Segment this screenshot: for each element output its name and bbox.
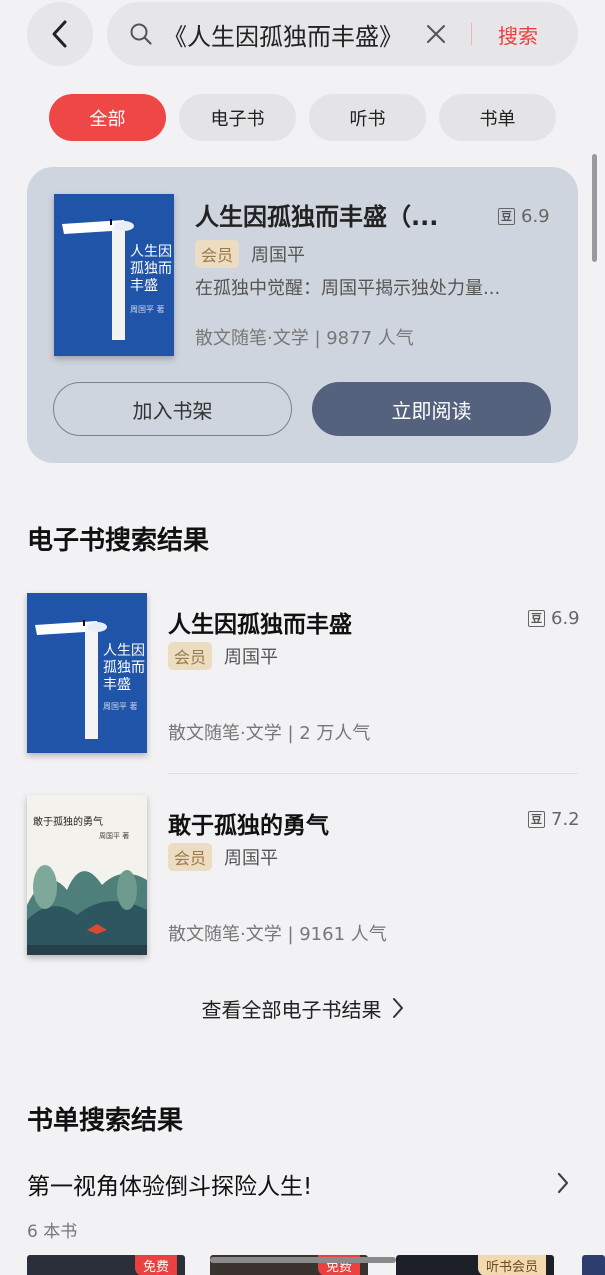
author-name[interactable]: 周国平 [251, 241, 305, 267]
book-cover[interactable]: 敢于孤独的勇气 周国平 著 [27, 795, 147, 955]
search-input[interactable]: 《人生因孤独而丰盛》 [163, 17, 411, 52]
cover-author: 周国平 著 [130, 305, 165, 314]
view-all-ebooks-link[interactable]: 查看全部电子书结果 [0, 993, 605, 1023]
rating-value: 7.2 [551, 809, 580, 830]
douban-icon: 豆 [528, 610, 545, 627]
cover-author: 周国平 著 [99, 832, 130, 840]
booklist-thumbnail[interactable] [582, 1255, 605, 1275]
search-icon [130, 23, 152, 45]
back-button[interactable] [27, 2, 93, 66]
author-name[interactable]: 周国平 [224, 643, 278, 669]
filter-chip-audiobook[interactable]: 听书 [309, 94, 426, 141]
ebook-section-title: 电子书搜索结果 [27, 526, 210, 556]
search-divider [471, 23, 472, 45]
book-rating: 豆 7.2 [528, 809, 580, 830]
vip-badge: 会员 [168, 843, 213, 871]
clear-icon[interactable] [425, 23, 447, 45]
douban-icon: 豆 [528, 811, 545, 828]
free-badge: 免费 [134, 1255, 177, 1275]
featured-book-rating: 豆 6.9 [498, 206, 550, 227]
booklist-section-title: 书单搜索结果 [27, 1106, 184, 1136]
cover-title: 人生因孤独而丰盛 [130, 244, 172, 294]
book-meta: 散文随笔·文学 | 9161 人气 [168, 924, 387, 945]
author-name[interactable]: 周国平 [224, 844, 278, 870]
view-all-label: 查看全部电子书结果 [201, 997, 382, 1022]
douban-icon: 豆 [498, 208, 515, 225]
filter-chip-ebook[interactable]: 电子书 [179, 94, 296, 141]
read-now-button[interactable]: 立即阅读 [312, 382, 551, 436]
booklist-thumbnail[interactable]: 听书会员 [396, 1255, 554, 1275]
book-title[interactable]: 敢于孤独的勇气 [168, 806, 329, 840]
book-byline: 会员 周国平 [168, 843, 278, 871]
rating-value: 6.9 [551, 608, 580, 629]
rating-value: 6.9 [521, 206, 550, 227]
book-title[interactable]: 人生因孤独而丰盛 [168, 605, 352, 639]
featured-book-description: 在孤独中觉醒：周国平揭示独处力量... [195, 278, 501, 299]
vip-badge: 会员 [168, 642, 213, 670]
book-cover[interactable]: 人生因孤独而丰盛 周国平 著 [54, 194, 174, 356]
featured-book-meta: 散文随笔·文学 | 9877 人气 [195, 328, 414, 349]
search-submit-button[interactable]: 搜索 [498, 20, 538, 49]
vip-badge: 会员 [195, 240, 240, 268]
list-divider [168, 773, 578, 774]
cover-author: 周国平 著 [103, 702, 138, 711]
audiobook-member-badge: 听书会员 [477, 1255, 546, 1275]
chevron-right-icon [392, 998, 403, 1018]
filter-chip-all[interactable]: 全部 [49, 94, 166, 141]
book-rating: 豆 6.9 [528, 608, 580, 629]
search-bar[interactable]: 《人生因孤独而丰盛》 搜索 [107, 2, 578, 66]
cover-title: 敢于孤独的勇气 [33, 817, 103, 828]
filter-chip-booklist[interactable]: 书单 [439, 94, 556, 141]
book-byline: 会员 周国平 [168, 642, 278, 670]
booklist-title[interactable]: 第一视角体验倒斗探险人生! [27, 1167, 312, 1201]
add-to-shelf-button[interactable]: 加入书架 [53, 382, 292, 436]
featured-book-byline: 会员 周国平 [195, 240, 305, 268]
book-cover[interactable]: 人生因孤独而丰盛 周国平 著 [27, 593, 147, 753]
featured-book-title[interactable]: 人生因孤独而丰盛（... [195, 197, 465, 232]
book-meta: 散文随笔·文学 | 2 万人气 [168, 723, 371, 744]
chevron-left-icon [52, 20, 67, 48]
cover-title: 人生因孤独而丰盛 [103, 643, 145, 693]
scrollbar[interactable] [592, 154, 597, 262]
chevron-right-icon[interactable] [556, 1171, 570, 1195]
booklist-thumbnail[interactable]: 免费 [27, 1255, 185, 1275]
booklist-count: 6 本书 [27, 1222, 78, 1242]
home-indicator [210, 1257, 396, 1263]
